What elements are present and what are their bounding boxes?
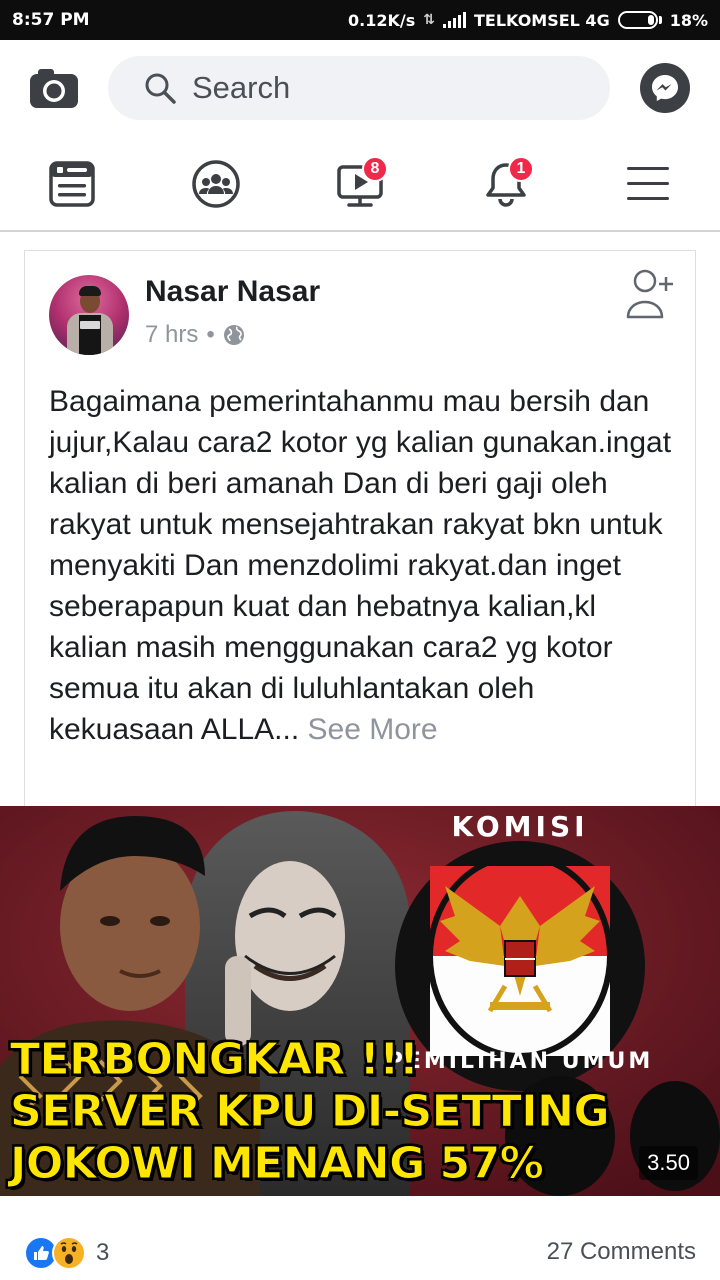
top-header: Search [0, 40, 720, 136]
tab-menu[interactable] [618, 154, 678, 214]
post-time[interactable]: 7 hrs [145, 321, 198, 349]
globe-icon [223, 325, 244, 345]
post-card: Nasar Nasar 7 hrs • Bagaimana pemerintah… [24, 250, 696, 806]
search-bar[interactable]: Search [108, 56, 610, 120]
emblem-top-text: KOMISI [451, 810, 588, 843]
data-transfer-icon: ⇅ [423, 12, 435, 28]
tab-watch[interactable]: 8 [330, 154, 390, 214]
battery-icon [617, 11, 662, 29]
watch-badge: 8 [362, 156, 388, 182]
nav-bar: 8 1 [0, 136, 720, 232]
post-video-thumbnail[interactable]: KOMISI PEMILIHAN UMUM TERBONGKAR !!! SER… [0, 806, 720, 1196]
search-icon [145, 73, 176, 104]
carrier-name: TELKOMSEL 4G [473, 10, 610, 30]
hamburger-menu-icon [627, 167, 669, 200]
groups-icon [192, 160, 240, 208]
post-meta: 7 hrs • [145, 321, 245, 349]
status-time: 8:57 PM [12, 10, 90, 30]
battery-percent: 18% [669, 10, 708, 30]
caption-line-2: SERVER KPU DI-SETTING [9, 1086, 610, 1138]
tab-news-feed[interactable] [42, 154, 102, 214]
post-author[interactable]: Nasar Nasar [145, 275, 320, 309]
caption-line-3: JOKOWI MENANG 57% [9, 1138, 544, 1190]
status-bar: 8:57 PM 0.12K/s ⇅ TELKOMSEL 4G 18% [0, 0, 720, 40]
wow-reaction-icon [52, 1236, 86, 1270]
post-text: Bagaimana pemerintahanmu mau bersih dan … [49, 381, 679, 750]
video-duration: 3.50 [639, 1146, 698, 1180]
news-feed-icon [49, 161, 95, 207]
messenger-icon[interactable] [640, 63, 690, 113]
reaction-summary[interactable]: 3 [24, 1236, 109, 1270]
avatar[interactable] [49, 275, 129, 355]
post-body: Bagaimana pemerintahanmu mau bersih dan … [49, 385, 672, 746]
camera-icon[interactable] [28, 66, 80, 110]
see-more-link[interactable]: See More [308, 713, 438, 746]
tab-notifications[interactable]: 1 [476, 154, 536, 214]
meta-separator: • [206, 321, 215, 348]
tab-groups[interactable] [186, 154, 246, 214]
thumbnail-caption: TERBONGKAR !!! SERVER KPU DI-SETTING JOK… [9, 1034, 610, 1190]
notifications-badge: 1 [508, 156, 534, 182]
search-placeholder: Search [192, 70, 291, 105]
reaction-count: 3 [96, 1239, 110, 1266]
signal-icon [442, 12, 466, 28]
net-speed: 0.12K/s [347, 10, 416, 30]
caption-line-1: TERBONGKAR !!! [9, 1034, 419, 1086]
add-friend-icon[interactable] [625, 267, 675, 323]
comments-count-link[interactable]: 27 Comments [547, 1238, 696, 1266]
